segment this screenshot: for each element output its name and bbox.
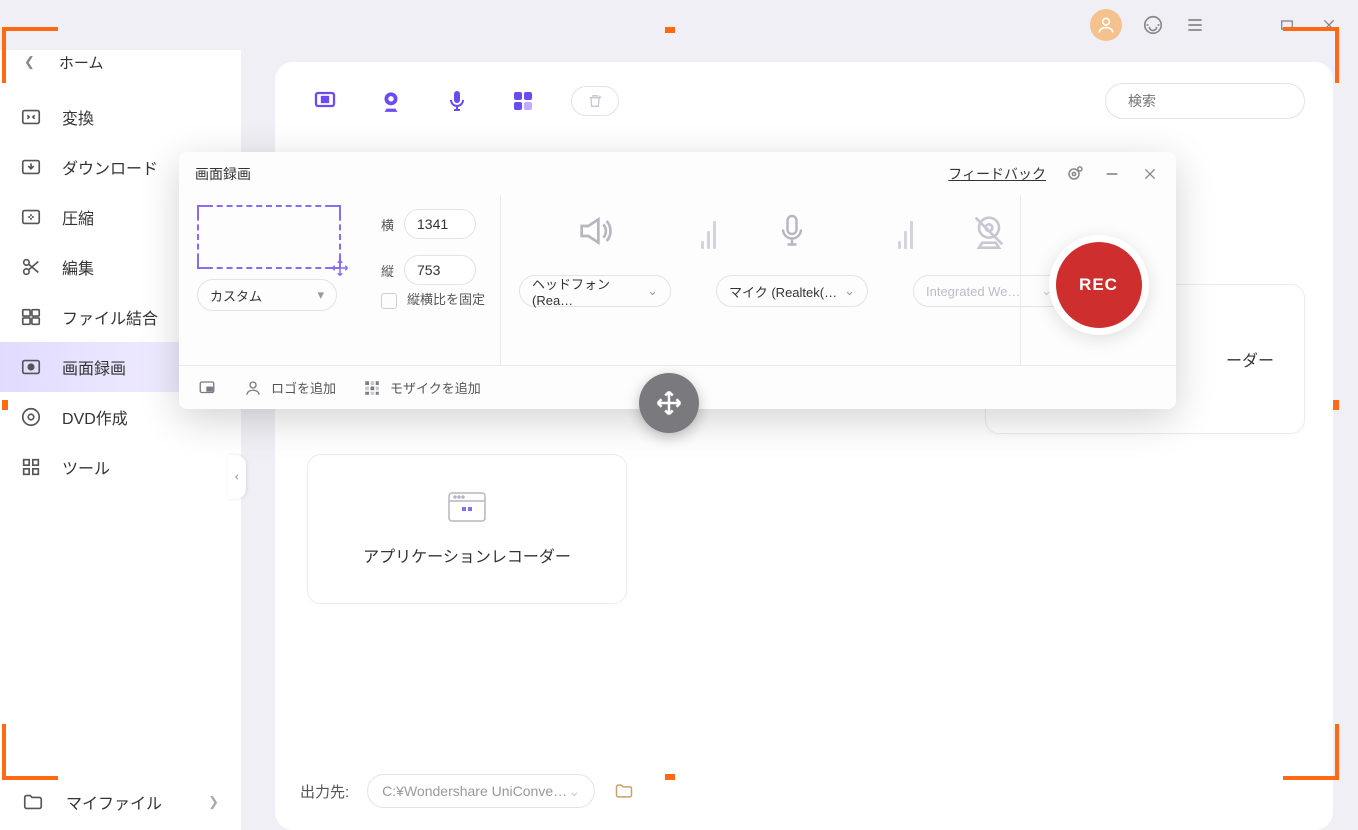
- chevron-down-icon: ⌄: [568, 783, 580, 800]
- open-folder-icon[interactable]: [613, 781, 635, 801]
- mode-webcam-icon[interactable]: [369, 82, 413, 120]
- mode-audio-icon[interactable]: [435, 82, 479, 120]
- nav-label: DVD作成: [62, 405, 128, 429]
- frame-mid-bottom[interactable]: [665, 774, 675, 780]
- region-preset-select[interactable]: カスタム ▾: [197, 279, 337, 311]
- webcam-value: Integrated We…: [926, 284, 1020, 299]
- grid-icon: [20, 456, 42, 478]
- support-icon[interactable]: [1142, 14, 1164, 36]
- card-app-recorder[interactable]: アプリケーションレコーダー: [307, 454, 627, 604]
- mode-app-icon[interactable]: [501, 82, 545, 120]
- convert-icon: [20, 106, 42, 128]
- chevron-right-icon: ❯: [208, 794, 219, 810]
- folder-icon: [22, 791, 44, 813]
- pip-icon: [197, 378, 217, 398]
- region-segment: カスタム ▾ 横 縦 縦横比を固定: [179, 195, 501, 365]
- window-close-icon[interactable]: [1318, 14, 1340, 36]
- record-segment: REC: [1021, 195, 1176, 365]
- merge-icon: [20, 306, 42, 328]
- search-input[interactable]: [1126, 92, 1311, 110]
- speaker-value: ヘッドフォン (Rea…: [532, 274, 647, 308]
- speaker-level-icon: [701, 209, 716, 249]
- add-logo-label: ロゴを追加: [271, 378, 336, 397]
- nav-label: ファイル結合: [62, 305, 158, 329]
- minimize-icon[interactable]: [1102, 164, 1122, 184]
- disc-icon: [20, 406, 42, 428]
- width-label: 横: [381, 215, 394, 234]
- feedback-link[interactable]: フィードバック: [948, 164, 1046, 184]
- output-path: C:¥Wondershare UniConverter 1: [382, 783, 568, 799]
- chevron-down-icon: ▾: [317, 287, 324, 303]
- search-box[interactable]: [1105, 83, 1305, 119]
- record-button[interactable]: REC: [1049, 235, 1149, 335]
- sidebar-collapse[interactable]: [228, 455, 246, 499]
- screen-record-icon: [20, 356, 42, 378]
- popup-title: 画面録画: [195, 164, 251, 184]
- region-preview[interactable]: [197, 205, 341, 269]
- person-icon: [243, 378, 263, 398]
- height-label: 縦: [381, 261, 394, 280]
- card-title: ーダー: [1226, 347, 1274, 371]
- sidebar-footer-myfiles[interactable]: マイファイル ❯: [0, 772, 241, 830]
- chevron-down-icon: ⌄: [647, 283, 658, 299]
- card-title: アプリケーションレコーダー: [363, 543, 571, 567]
- lock-ratio-label: 縦横比を固定: [407, 291, 485, 309]
- webcam-off-icon: [967, 209, 1011, 253]
- speaker-select[interactable]: ヘッドフォン (Rea…⌄: [519, 275, 671, 307]
- close-icon[interactable]: [1140, 164, 1160, 184]
- preset-value: カスタム: [210, 286, 262, 305]
- output-path-select[interactable]: C:¥Wondershare UniConverter 1 ⌄: [367, 774, 595, 808]
- add-logo-button[interactable]: ロゴを追加: [243, 378, 336, 398]
- frame-mid-top[interactable]: [665, 27, 675, 33]
- download-icon: [20, 156, 42, 178]
- lock-ratio-checkbox[interactable]: [381, 293, 397, 309]
- menu-icon[interactable]: [1184, 14, 1206, 36]
- width-input[interactable]: [404, 209, 476, 239]
- pip-button[interactable]: [197, 378, 217, 398]
- mic-select[interactable]: マイク (Realtek(… ⌄: [716, 275, 868, 307]
- mic-level-icon: [898, 209, 913, 249]
- rec-label: REC: [1056, 242, 1142, 328]
- nav-label: 編集: [62, 255, 94, 279]
- window-maximize-icon[interactable]: [1276, 14, 1298, 36]
- settings-icon[interactable]: [1064, 164, 1084, 184]
- frame-mid-right[interactable]: [1333, 400, 1339, 410]
- add-mosaic-label: モザイクを追加: [390, 378, 481, 397]
- delete-button[interactable]: [571, 86, 619, 116]
- speaker-icon: [573, 209, 617, 253]
- mosaic-icon: [362, 378, 382, 398]
- nav-convert[interactable]: 変換: [0, 92, 241, 142]
- scissors-icon: [20, 256, 42, 278]
- nav-tools[interactable]: ツール: [0, 442, 241, 492]
- nav-home[interactable]: ❮ ホーム: [0, 40, 241, 84]
- compress-icon: [20, 206, 42, 228]
- mode-screen-icon[interactable]: [303, 82, 347, 120]
- nav-label: 圧縮: [62, 205, 94, 229]
- nav-label: ダウンロード: [62, 155, 158, 179]
- footer-label: マイファイル: [66, 790, 162, 814]
- mode-toolbar: [303, 82, 1305, 120]
- height-input[interactable]: [404, 255, 476, 285]
- move-icon: [331, 259, 349, 277]
- nav-label: ホーム: [59, 52, 104, 73]
- user-avatar[interactable]: [1090, 9, 1122, 41]
- mic-icon: [770, 209, 814, 253]
- chevron-down-icon: ⌄: [844, 283, 855, 299]
- mic-value: マイク (Realtek(…: [729, 282, 837, 301]
- output-label: 出力先:: [300, 781, 349, 802]
- chevron-left-icon: ❮: [24, 54, 35, 70]
- device-segment: ヘッドフォン (Rea…⌄ マイク (Realtek(…⌄ Integrated…: [501, 195, 1021, 365]
- screen-record-popup: 画面録画 フィードバック カスタム ▾ 横 縦: [179, 152, 1176, 409]
- region-drag-handle[interactable]: [639, 373, 699, 433]
- output-row: 出力先: C:¥Wondershare UniConverter 1 ⌄: [300, 774, 635, 808]
- nav-label: 変換: [62, 105, 94, 129]
- add-mosaic-button[interactable]: モザイクを追加: [362, 378, 481, 398]
- frame-mid-left[interactable]: [2, 400, 8, 410]
- nav-label: 画面録画: [62, 355, 126, 379]
- nav-label: ツール: [62, 455, 110, 479]
- app-window-icon: [447, 491, 487, 523]
